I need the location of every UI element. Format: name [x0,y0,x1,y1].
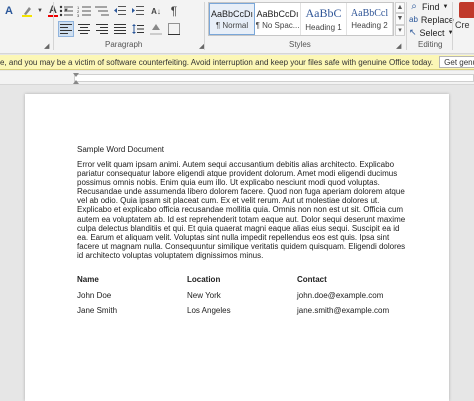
style-tile[interactable]: AaBbCcDı ¶ Normal [209,3,256,35]
group-divider [53,2,54,50]
highlight-color-icon[interactable] [19,3,35,19]
align-center-icon[interactable] [76,21,92,37]
justify-icon[interactable] [112,21,128,37]
notification-text: e, and you may be a victim of software c… [0,57,434,67]
horizontal-ruler [0,71,474,85]
style-name: Heading 1 [305,23,342,32]
shading-icon[interactable] [148,21,164,37]
chevron-down-icon[interactable]: ▼ [37,3,43,19]
style-name: ¶ No Spac... [255,20,300,30]
style-tile[interactable]: AaBbCcDı ¶ No Spac... [255,3,302,35]
bullets-icon[interactable] [58,3,74,19]
style-sample: AaBbC [305,6,342,20]
styles-dialog-launcher-icon[interactable]: ◢ [396,42,401,50]
align-left-icon[interactable] [58,21,74,37]
replace-label: Replace [420,14,454,25]
editing-group: ⌕ Find ▼ ab Replace ↖ Select ▼ [409,0,454,40]
styles-gallery: AaBbCcDı ¶ Normal AaBbCcDı ¶ No Spac... AaBb… [208,2,394,36]
notification-bar: e, and you may be a victim of software c… [0,55,474,70]
table-header-cell: Location [187,275,221,285]
document-title: Sample Word Document [77,145,164,154]
increase-indent-icon[interactable] [130,3,146,19]
style-name: Heading 2 [351,21,388,30]
align-right-icon[interactable] [94,21,110,37]
sort-icon[interactable]: A↓ [148,3,164,19]
replace-button[interactable]: ab Replace [409,13,454,26]
ruler-track[interactable] [74,74,474,82]
table-cell: Jane Smith [77,306,118,316]
svg-text:3: 3 [77,13,80,17]
borders-icon[interactable] [166,21,182,37]
table-header-cell: Name [77,275,99,285]
decrease-indent-icon[interactable] [112,3,128,19]
get-genuine-office-button[interactable]: Get genuine Office [439,56,474,68]
indent-marker-icon[interactable] [73,73,79,84]
cursor-icon: ↖ [409,27,417,37]
table-cell: John Doe [77,290,112,300]
select-button[interactable]: ↖ Select ▼ [409,26,454,39]
style-tile[interactable]: AaBbCcl Heading 2 [347,3,394,35]
scroll-down-icon[interactable]: ▼ [395,13,405,25]
text-effects-icon[interactable]: A [1,3,17,19]
line-spacing-icon[interactable] [130,21,146,37]
create-icon [459,2,474,18]
table-row: Jane Smith Los Angeles jane.smith@example.… [77,303,407,319]
styles-group-label: Styles [289,40,311,49]
search-icon: ⌕ [411,1,417,12]
style-tile[interactable]: AaBbC Heading 1 [301,3,348,35]
document-body: Error velit quam ipsam animi. Autem sequ… [77,160,406,260]
editing-group-label: Editing [418,40,443,49]
create-label: Cre [455,20,470,30]
table-row: John Doe New York john.doe@example.com [77,288,407,304]
paragraph-group-label: Paragraph [105,40,143,49]
style-sample: AaBbCcDı [256,8,299,19]
style-sample: AaBbCcl [350,8,389,19]
multilevel-list-icon[interactable] [94,3,110,19]
find-button[interactable]: ⌕ Find ▼ [409,0,453,13]
table-cell: jane.smith@example.com [297,306,390,316]
scroll-up-icon[interactable]: ▲ [395,2,405,14]
group-divider [204,2,205,50]
font-dialog-launcher-icon[interactable]: ◢ [44,42,49,50]
document-page[interactable]: Sample Word Document Error velit quam ip… [25,94,449,401]
ribbon-paragraph-row2 [58,20,184,38]
select-label: Select [419,27,445,38]
table-cell: Los Angeles [187,306,231,316]
more-styles-icon[interactable]: ▾ [395,24,405,36]
ribbon-paragraph-row1: 123 A↓ ¶ [58,2,184,20]
group-divider [406,2,407,50]
style-name: ¶ Normal [215,20,249,30]
style-sample: AaBbCcDı [210,8,254,19]
show-formatting-icon[interactable]: ¶ [166,3,182,19]
replace-icon: ab [409,15,418,24]
table-cell: New York [187,290,221,300]
contacts-table: Name Location Contact John Doe New York john.… [77,272,407,319]
styles-gallery-scroll: ▲ ▼ ▾ [395,2,405,36]
table-header-row: Name Location Contact [77,272,407,288]
group-divider [452,2,453,50]
ribbon: A ▼ A ▼ 123 A↓ ¶ [0,0,474,54]
find-label: Find [422,1,440,12]
numbering-icon[interactable]: 123 [76,3,92,19]
create-button[interactable]: Cre [455,2,474,36]
table-cell: john.doe@example.com [297,290,384,300]
chevron-down-icon: ▼ [442,3,449,10]
table-header-cell: Contact [297,275,327,285]
